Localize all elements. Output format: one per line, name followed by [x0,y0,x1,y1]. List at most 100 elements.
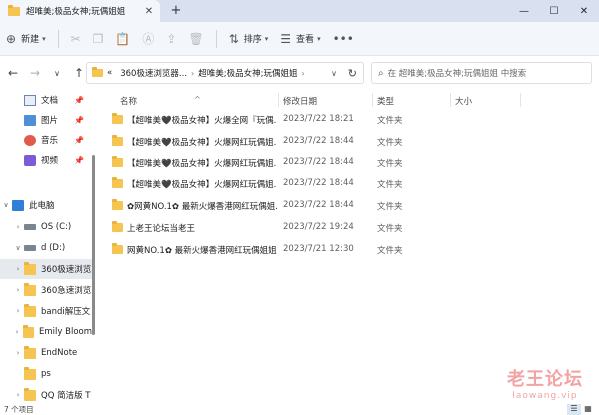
table-row[interactable]: ✿网黄NO.1✿ 最新火爆香港网红玩偶姐... 2023/7/22 18:44 … [100,196,592,216]
file-type: 文件夹 [377,246,403,256]
table-row[interactable]: 【超唯美🖤极品女神】火爆网红玩偶姐... 2023/7/22 18:44 文件夹 [100,174,592,194]
sidebar-item-videos[interactable]: 视频 📌 [0,150,92,170]
table-row[interactable]: 【超唯美🖤极品女神】火爆网红玩偶姐... 2023/7/22 18:44 文件夹 [100,132,592,152]
search-input[interactable]: ⌕ 在 超唯美;极品女神;玩偶姐姐 中搜索 [371,62,592,84]
rename-button[interactable]: Ⓐ [136,25,160,53]
drive-icon [24,245,36,251]
tiles-view-icon[interactable]: ▦ [581,404,595,415]
new-tab-button[interactable]: + [168,3,184,19]
sidebar-folder[interactable]: › EndNote [0,343,92,363]
sidebar-folder[interactable]: ps [0,364,92,384]
sidebar-scrollbar[interactable] [92,155,95,335]
sidebar-folder[interactable]: › Emily Bloom [0,322,92,342]
table-row[interactable]: 网黄NO.1✿ 最新火爆香港网红玩偶姐姐... 2023/7/21 12:30 … [100,240,592,260]
chevron-down-icon: ▾ [264,34,269,43]
cut-button[interactable]: ✂ [65,25,87,53]
column-header-row: ^ 名称 修改日期 类型 大小 [100,90,592,110]
sidebar-item-this-pc[interactable]: ∨ 此电脑 [0,195,92,215]
sidebar-folder[interactable]: › 360极速浏览 [0,259,92,279]
sidebar-item-label: 此电脑 [29,201,55,211]
details-view-icon[interactable]: ☰ [567,404,581,415]
column-header-name[interactable]: 名称 [120,95,137,107]
table-row[interactable]: 【超唯美🖤极品女神】火爆网红玩偶姐... 2023/7/22 18:44 文件夹 [100,153,592,173]
sidebar-item-label: 图片 [41,116,59,126]
file-type: 文件夹 [377,138,403,148]
pictures-icon [24,114,36,126]
share-button[interactable]: ⇪ [160,25,182,53]
back-arrow-icon[interactable]: ← [2,66,24,80]
breadcrumb-overflow[interactable]: « [107,68,112,78]
sidebar-item-label: 文档 [41,96,59,106]
more-button[interactable]: ••• [327,25,360,53]
delete-button[interactable]: 🗑 [182,25,209,53]
file-type: 文件夹 [377,159,403,169]
folder-icon [112,135,123,146]
sort-button[interactable]: ⇅ 排序 ▾ [223,25,275,53]
file-date: 2023/7/22 18:44 [283,157,354,167]
file-name: 【超唯美🖤极品女神】火爆网红玩偶姐... [127,180,277,190]
refresh-icon[interactable]: ↻ [348,67,357,80]
address-field[interactable]: « 360极速浏览器... › 超唯美;极品女神;玩偶姐姐 › ∨ ↻ [86,62,364,84]
table-row[interactable]: 【超唯美🖤极品女神】火爆全网『玩偶... 2023/7/22 18:21 文件夹 [100,110,592,130]
pin-icon: 📌 [74,115,84,125]
sidebar-item-drive-c[interactable]: › OS (C:) [0,217,92,237]
item-count: 7 个项目 [4,405,34,414]
chevron-right-icon[interactable]: › [301,69,304,78]
chevron-right-icon[interactable]: › [12,286,24,294]
file-date: 2023/7/22 19:24 [283,222,354,232]
tab-current-folder[interactable]: 超唯美;极品女神;玩偶姐姐 ✕ [0,0,160,22]
column-header-size[interactable]: 大小 [455,95,472,107]
folder-icon [24,366,36,380]
chevron-right-icon[interactable]: › [12,307,24,315]
column-divider[interactable] [372,93,373,107]
sidebar-item-label: 视频 [41,156,59,166]
chevron-right-icon[interactable]: › [12,349,24,357]
sidebar-folder[interactable]: › QQ 简洁版 T [0,385,92,405]
sidebar-folder[interactable]: › bandi解压文 [0,301,92,321]
breadcrumb-item[interactable]: 360极速浏览器... [120,67,187,79]
file-date: 2023/7/22 18:44 [283,136,354,146]
chevron-right-icon[interactable]: › [12,265,24,273]
maximize-button[interactable]: ☐ [539,0,569,22]
chevron-right-icon[interactable]: › [12,391,24,399]
copy-button[interactable]: ❐ [87,25,110,53]
column-divider[interactable] [278,93,279,107]
file-date: 2023/7/22 18:21 [283,114,354,124]
chevron-down-icon[interactable]: ∨ [0,201,12,209]
forward-arrow-icon[interactable]: → [24,66,46,80]
breadcrumb-item[interactable]: 超唯美;极品女神;玩偶姐姐 [198,67,297,79]
recent-chevron-icon[interactable]: ∨ [46,69,68,78]
sidebar-folder[interactable]: › 360急速浏览 [0,280,92,300]
sidebar-item-music[interactable]: 音乐 📌 [0,130,92,150]
paste-button[interactable]: 📋 [109,25,136,53]
sidebar-item-label: bandi解压文 [41,307,91,317]
minimize-button[interactable]: — [509,0,539,22]
plus-circle-icon: ⊕ [6,31,17,46]
window-controls: — ☐ ✕ [509,0,599,22]
navigation-pane: 文档 📌 图片 📌 音乐 📌 视频 📌 ∨ 此电脑 › OS (C:) ∨ d … [0,90,92,405]
chevron-right-icon[interactable]: › [11,328,22,336]
column-divider[interactable] [450,93,451,107]
sidebar-item-label: OS (C:) [41,222,72,232]
sidebar-item-documents[interactable]: 文档 📌 [0,90,92,110]
cut-icon: ✂ [70,31,81,46]
chevron-right-icon[interactable]: › [191,69,194,78]
view-button[interactable]: ☰ 查看 ▾ [274,25,326,53]
chevron-down-icon[interactable]: ∨ [12,244,24,252]
column-divider[interactable] [520,93,521,107]
watermark-text: 老王论坛 [507,369,583,390]
tab-close-icon[interactable]: ✕ [142,6,156,17]
address-dropdown-icon[interactable]: ∨ [331,69,337,78]
table-row[interactable]: 上老王论坛当老王 2023/7/22 19:24 文件夹 [100,218,592,238]
sidebar-item-pictures[interactable]: 图片 📌 [0,110,92,130]
sidebar-item-label: QQ 简洁版 T [41,391,91,401]
folder-icon [112,221,123,232]
folder-icon [22,324,35,338]
chevron-right-icon[interactable]: › [12,223,24,231]
new-button[interactable]: ⊕ 新建 ▾ [0,25,52,53]
view-label: 查看 [296,35,315,45]
close-window-button[interactable]: ✕ [569,0,599,22]
column-header-type[interactable]: 类型 [377,95,394,107]
column-header-date[interactable]: 修改日期 [283,95,317,107]
sidebar-item-drive-d[interactable]: ∨ d (D:) [0,238,92,258]
